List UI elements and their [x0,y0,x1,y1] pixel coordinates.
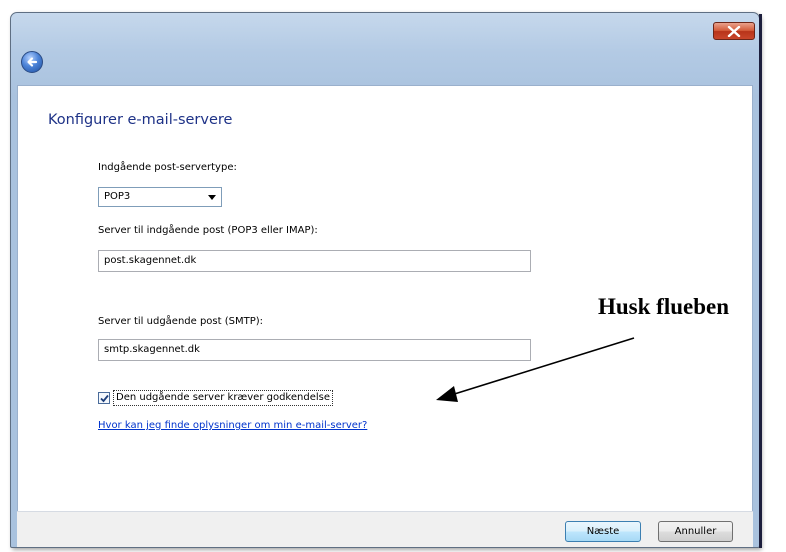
annotation-arrow [436,337,635,402]
